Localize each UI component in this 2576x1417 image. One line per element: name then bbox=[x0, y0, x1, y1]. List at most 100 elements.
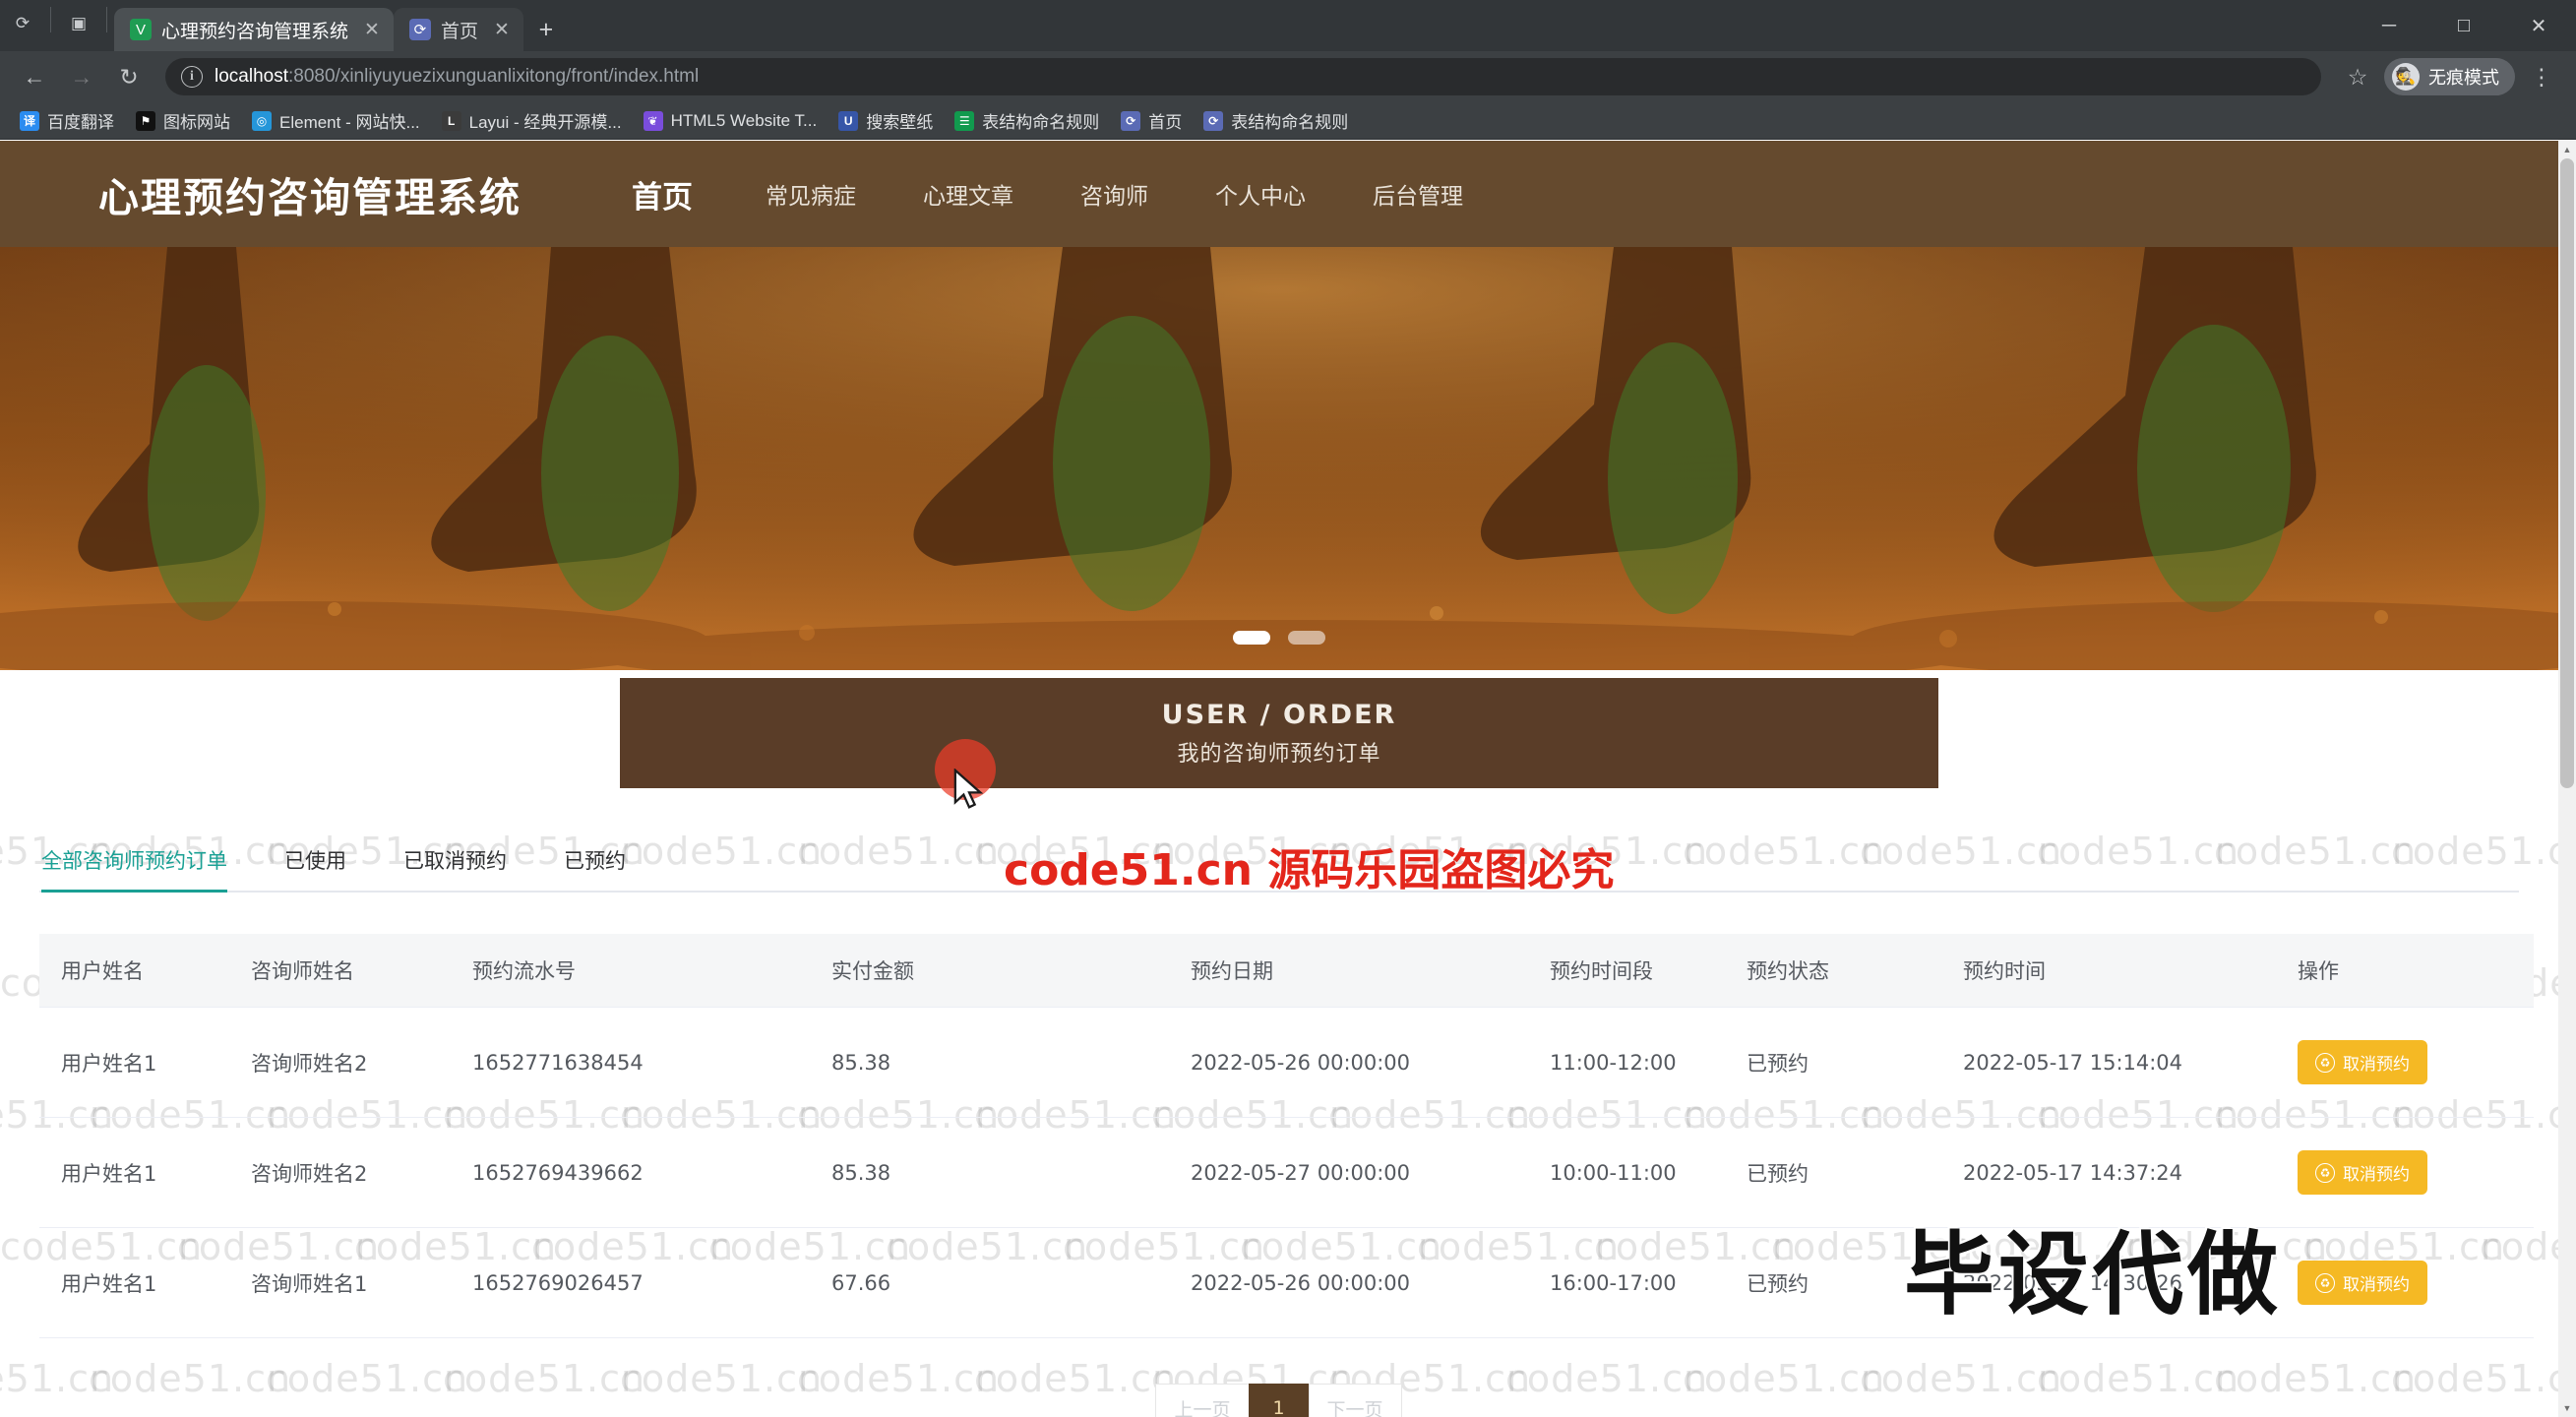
browser-tab-1[interactable]: V 心理预约咨询管理系统 ✕ bbox=[114, 8, 394, 51]
nav-item-articles[interactable]: 心理文章 bbox=[889, 177, 1047, 211]
tab-favicon-icon: ⟳ bbox=[408, 19, 431, 40]
close-window-button[interactable]: ✕ bbox=[2501, 0, 2576, 51]
cell-status: 已预约 bbox=[1747, 1007, 1963, 1118]
nav-item-profile[interactable]: 个人中心 bbox=[1182, 177, 1339, 211]
bookmark-item[interactable]: ◎ Element - 网站快... bbox=[242, 104, 430, 137]
forward-icon[interactable]: → bbox=[61, 56, 102, 97]
col-status: 预约状态 bbox=[1747, 934, 1963, 1008]
trash-icon: ♻ bbox=[2315, 1052, 2335, 1073]
mouse-cursor-icon bbox=[953, 769, 984, 809]
cell-actions: ♻ 取消预约 bbox=[2298, 1227, 2534, 1338]
cell-user-name: 用户姓名1 bbox=[39, 1007, 251, 1118]
cancel-button-label: 取消预约 bbox=[2343, 1275, 2410, 1295]
bookmark-item[interactable]: ❦ HTML5 Website T... bbox=[634, 107, 828, 135]
browser-tab-2[interactable]: ⟳ 首页 ✕ bbox=[393, 8, 523, 51]
col-serial: 预约流水号 bbox=[472, 934, 831, 1008]
col-user-name: 用户姓名 bbox=[39, 934, 251, 1008]
bookmark-item[interactable]: ⟳ 首页 bbox=[1111, 104, 1192, 137]
table-row[interactable]: 用户姓名1 咨询师姓名2 1652771638454 85.38 2022-05… bbox=[39, 1007, 2534, 1118]
cell-date: 2022-05-26 00:00:00 bbox=[1191, 1227, 1550, 1338]
scroll-up-arrow-icon[interactable]: ▲ bbox=[2558, 141, 2576, 158]
bookmarks-bar: 译百度翻译 ⚑ 图标网站 ◎ Element - 网站快... L Layui - 经… bbox=[0, 102, 2576, 140]
trash-icon: ♻ bbox=[2315, 1162, 2335, 1183]
page-scrollbar[interactable]: ▲ ▼ bbox=[2558, 141, 2576, 1417]
tab-favicon-icon: V bbox=[130, 19, 152, 40]
bookmark-favicon-icon: ◎ bbox=[252, 110, 272, 131]
carousel-indicators[interactable] bbox=[1233, 631, 1325, 645]
tab-used[interactable]: 已使用 bbox=[284, 845, 376, 891]
cancel-button-label: 取消预约 bbox=[2343, 1165, 2410, 1185]
browser-toolbar: ← → ↻ i localhost:8080/xinliyuyuezixungu… bbox=[0, 51, 2576, 102]
pagination-prev[interactable]: 上一页 bbox=[1155, 1384, 1250, 1417]
bookmark-star-icon[interactable]: ☆ bbox=[2337, 56, 2378, 97]
bookmark-label: 图标网站 bbox=[163, 113, 230, 132]
scroll-down-arrow-icon[interactable]: ▼ bbox=[2558, 1399, 2576, 1417]
maximize-button[interactable]: □ bbox=[2426, 0, 2501, 51]
address-bar[interactable]: i localhost:8080/xinliyuyuezixunguanlixi… bbox=[165, 58, 2321, 95]
pagination-page-1[interactable]: 1 bbox=[1248, 1384, 1310, 1417]
cell-time-slot: 16:00-17:00 bbox=[1550, 1227, 1747, 1338]
tab-booked[interactable]: 已预约 bbox=[564, 845, 655, 891]
scrollbar-thumb[interactable] bbox=[2560, 158, 2574, 788]
col-time-slot: 预约时间段 bbox=[1550, 934, 1747, 1008]
back-icon[interactable]: ← bbox=[14, 56, 55, 97]
cell-counselor-name: 咨询师姓名1 bbox=[251, 1227, 472, 1338]
pagination-next[interactable]: 下一页 bbox=[1308, 1384, 1402, 1417]
page-content: code51.cncode51.cncode51.cncode51.cncode… bbox=[0, 141, 2558, 1417]
nav-item-symptoms[interactable]: 常见病症 bbox=[732, 177, 889, 211]
bookmark-item[interactable]: ☰ 表结构命名规则 bbox=[945, 104, 1109, 137]
carousel-dot-2[interactable] bbox=[1288, 631, 1325, 645]
nav-item-counselors[interactable]: 咨询师 bbox=[1047, 177, 1182, 211]
col-created: 预约时间 bbox=[1963, 934, 2298, 1008]
reload-icon[interactable]: ↻ bbox=[108, 56, 150, 97]
window-controls: ─ □ ✕ bbox=[2352, 0, 2576, 51]
tab-close-icon[interactable]: ✕ bbox=[494, 19, 510, 41]
carousel-dot-1[interactable] bbox=[1233, 631, 1270, 645]
bookmark-item[interactable]: 译百度翻译 bbox=[10, 104, 124, 137]
cell-date: 2022-05-27 00:00:00 bbox=[1191, 1117, 1550, 1228]
bookmark-label: Element - 网站快... bbox=[279, 113, 420, 132]
chrome-menu-icon[interactable]: ⋮ bbox=[2521, 56, 2562, 97]
trash-icon: ♻ bbox=[2315, 1272, 2335, 1293]
incognito-indicator[interactable]: 🕵 无痕模式 bbox=[2384, 58, 2515, 95]
bookmark-item[interactable]: ⟳ 表结构命名规则 bbox=[1194, 104, 1358, 137]
new-tab-button[interactable]: + bbox=[523, 8, 569, 51]
incognito-icon: 🕵 bbox=[2392, 63, 2420, 91]
minimize-button[interactable]: ─ bbox=[2352, 0, 2426, 51]
nav-item-home[interactable]: 首页 bbox=[632, 172, 732, 216]
cell-user-name: 用户姓名1 bbox=[39, 1227, 251, 1338]
cell-serial: 1652771638454 bbox=[472, 1007, 831, 1118]
bookmark-label: 首页 bbox=[1148, 113, 1183, 132]
hero-carousel[interactable] bbox=[0, 247, 2558, 670]
tab-all-orders[interactable]: 全部咨询师预约订单 bbox=[41, 845, 257, 893]
divider bbox=[106, 6, 107, 32]
col-counselor-name: 咨询师姓名 bbox=[251, 934, 472, 1008]
tab-strip: ⟳ ▣ V 心理预约咨询管理系统 ✕ ⟳ 首页 ✕ + ─ □ ✕ bbox=[0, 0, 2576, 51]
bookmark-favicon-icon: ⟳ bbox=[1203, 110, 1224, 131]
order-banner-wrap: USER / ORDER 我的咨询师预约订单 bbox=[0, 670, 2558, 788]
cancel-appointment-button[interactable]: ♻ 取消预约 bbox=[2298, 1150, 2427, 1195]
site-nav: 首页 常见病症 心理文章 咨询师 个人中心 后台管理 bbox=[632, 172, 1497, 216]
cell-time-slot: 11:00-12:00 bbox=[1550, 1007, 1747, 1118]
nav-item-admin[interactable]: 后台管理 bbox=[1339, 177, 1497, 211]
table-header-row: 用户姓名 咨询师姓名 预约流水号 实付金额 预约日期 预约时间段 预约状态 预约… bbox=[39, 934, 2534, 1008]
col-amount: 实付金额 bbox=[831, 934, 1191, 1008]
incognito-label: 无痕模式 bbox=[2428, 68, 2499, 88]
bookmark-item[interactable]: L Layui - 经典开源模... bbox=[432, 104, 632, 137]
col-date: 预约日期 bbox=[1191, 934, 1550, 1008]
cell-amount: 85.38 bbox=[831, 1117, 1191, 1228]
cell-time-slot: 10:00-11:00 bbox=[1550, 1117, 1747, 1228]
cell-amount: 85.38 bbox=[831, 1007, 1191, 1118]
site-header: 心理预约咨询管理系统 首页 常见病症 心理文章 咨询师 个人中心 后台管理 bbox=[0, 141, 2558, 247]
bookmark-item[interactable]: U 搜索壁纸 bbox=[828, 104, 943, 137]
cell-user-name: 用户姓名1 bbox=[39, 1117, 251, 1228]
bookmark-item[interactable]: ⚑ 图标网站 bbox=[126, 104, 240, 137]
tab-cancelled[interactable]: 已取消预约 bbox=[403, 845, 536, 891]
cancel-appointment-button[interactable]: ♻ 取消预约 bbox=[2298, 1261, 2427, 1305]
tab-close-icon[interactable]: ✕ bbox=[364, 19, 380, 41]
site-info-icon[interactable]: i bbox=[181, 66, 203, 88]
black-watermark: 毕设代做 bbox=[1904, 1222, 2283, 1327]
bookmark-favicon-icon: U bbox=[838, 110, 859, 131]
search-tabs-icon[interactable]: ▣ bbox=[64, 9, 93, 38]
cancel-appointment-button[interactable]: ♻ 取消预约 bbox=[2298, 1040, 2427, 1084]
